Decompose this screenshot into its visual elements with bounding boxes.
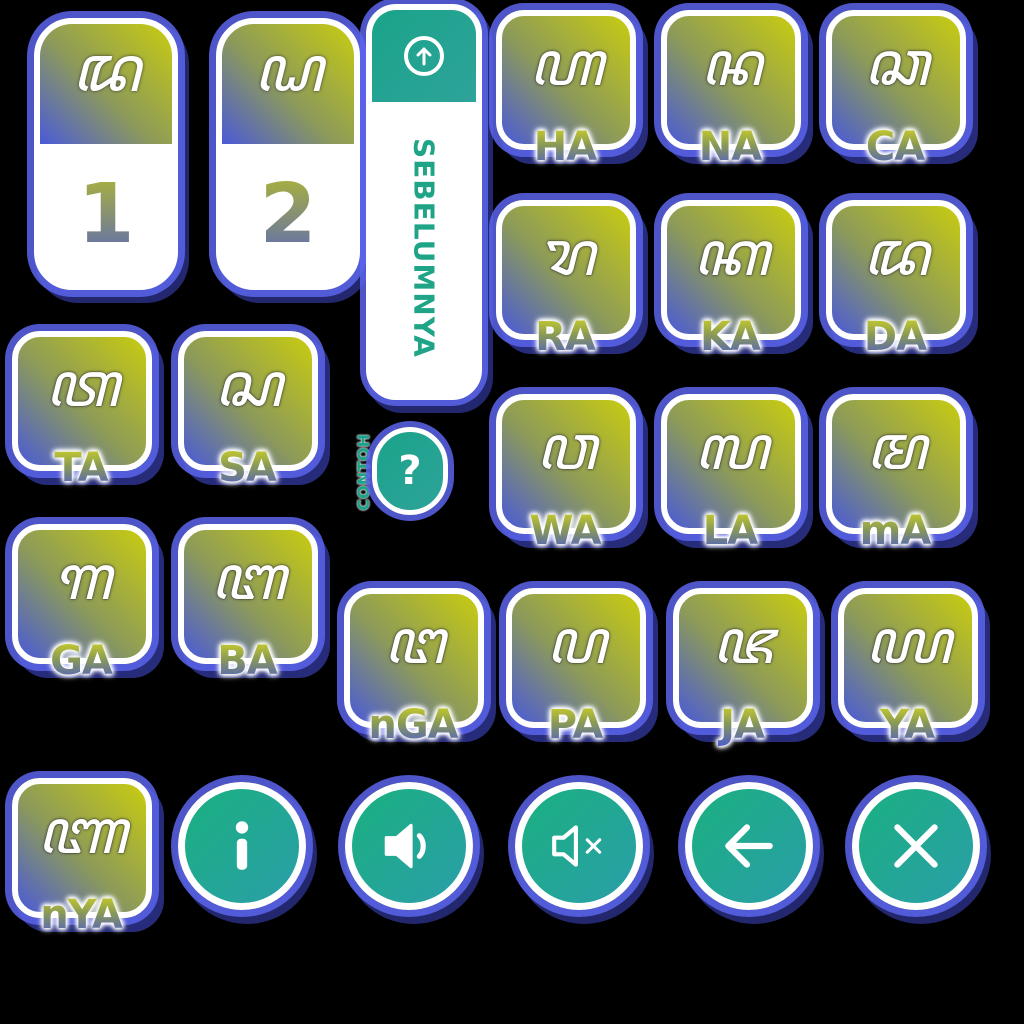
letter-label: mA — [820, 508, 970, 554]
close-icon — [894, 824, 938, 868]
letter-label: TA — [6, 445, 156, 491]
letter-label: PA — [500, 702, 650, 748]
letter-glyph: ꦚ — [37, 795, 127, 868]
sound-off-button[interactable] — [515, 782, 643, 910]
letter-glyph: ꦪ — [865, 605, 951, 678]
letter-label: KA — [655, 314, 805, 360]
letter-label: NA — [655, 124, 805, 170]
letter-label: JA — [667, 702, 817, 748]
letter-glyph: ꦥ — [546, 605, 606, 678]
close-button[interactable] — [852, 782, 980, 910]
letter-tile-ta[interactable]: ꦠ TA — [6, 325, 156, 491]
arrow-up-circle-icon — [404, 36, 444, 76]
level-2-number: 2 — [222, 144, 354, 284]
letter-tile-nya[interactable]: ꦚ nYA — [6, 772, 156, 938]
level-1-number: 1 — [40, 144, 172, 284]
letter-glyph: ꦩ — [865, 411, 927, 484]
letter-tile-la[interactable]: ꦭ LA — [655, 388, 805, 554]
letter-label: RA — [490, 314, 640, 360]
info-icon — [235, 821, 249, 870]
letter-glyph: ꦏ — [693, 217, 769, 290]
info-button[interactable] — [178, 782, 306, 910]
letter-tile-pa[interactable]: ꦥ PA — [500, 582, 650, 748]
letter-glyph: ꦲ — [528, 27, 604, 100]
letter-label: CA — [820, 124, 970, 170]
letter-tile-ja[interactable]: ꦗ JA — [667, 582, 817, 748]
example-button[interactable]: CONTOH ? — [352, 425, 448, 520]
letter-glyph: ꦒ — [52, 541, 112, 614]
letter-label: YA — [832, 702, 982, 748]
letter-glyph: ꦮ — [536, 411, 596, 484]
letter-tile-ka[interactable]: ꦏ KA — [655, 194, 805, 360]
level-1-glyph: ꦢ — [40, 24, 172, 144]
letter-tile-ca[interactable]: ꦕ CA — [820, 4, 970, 170]
letter-glyph: ꦫ — [537, 217, 595, 290]
letter-tile-ma[interactable]: ꦩ mA — [820, 388, 970, 554]
previous-label: SEBELUMNYA — [407, 138, 441, 358]
letter-label: GA — [6, 638, 156, 684]
back-button[interactable] — [685, 782, 813, 910]
level-1-button[interactable]: ꦢ 1 — [34, 18, 178, 290]
question-icon: ? — [372, 427, 448, 515]
letter-label: nYA — [6, 892, 156, 938]
letter-label: SA — [172, 445, 322, 491]
letter-label: HA — [490, 124, 640, 170]
level-2-glyph: ꦝ — [222, 24, 354, 144]
level-2-button[interactable]: ꦝ 2 — [216, 18, 360, 290]
letter-glyph: ꦱ — [214, 348, 282, 421]
letter-tile-da[interactable]: ꦢ DA — [820, 194, 970, 360]
letter-glyph: ꦭ — [693, 411, 769, 484]
letter-label: DA — [820, 314, 970, 360]
letter-glyph: ꦤ — [700, 27, 762, 100]
letter-tile-ba[interactable]: ꦧ BA — [172, 518, 322, 684]
letter-tile-ga[interactable]: ꦒ GA — [6, 518, 156, 684]
previous-button[interactable]: SEBELUMNYA — [366, 4, 482, 400]
letter-glyph: ꦧ — [210, 541, 286, 614]
letter-label: BA — [172, 638, 322, 684]
letter-tile-na[interactable]: ꦤ NA — [655, 4, 805, 170]
letter-tile-ha[interactable]: ꦲ HA — [490, 4, 640, 170]
letter-tile-sa[interactable]: ꦱ SA — [172, 325, 322, 491]
letter-glyph: ꦗ — [712, 605, 774, 678]
mute-icon — [552, 825, 602, 867]
letter-tile-wa[interactable]: ꦮ WA — [490, 388, 640, 554]
example-label: CONTOH — [353, 434, 373, 511]
letter-label: LA — [655, 508, 805, 554]
arrow-left-icon — [725, 824, 773, 868]
sound-on-button[interactable] — [345, 782, 473, 910]
letter-glyph: ꦠ — [45, 348, 119, 421]
letter-label: WA — [490, 508, 640, 554]
letter-tile-ya[interactable]: ꦪ YA — [832, 582, 982, 748]
letter-label: nGA — [338, 702, 488, 748]
letter-glyph: ꦕ — [863, 27, 929, 100]
letter-glyph: ꦢ — [863, 217, 929, 290]
letter-glyph: ꦔ — [383, 605, 445, 678]
letter-tile-ra[interactable]: ꦫ RA — [490, 194, 640, 360]
speaker-icon — [384, 823, 426, 869]
letter-tile-nga[interactable]: ꦔ nGA — [338, 582, 488, 748]
